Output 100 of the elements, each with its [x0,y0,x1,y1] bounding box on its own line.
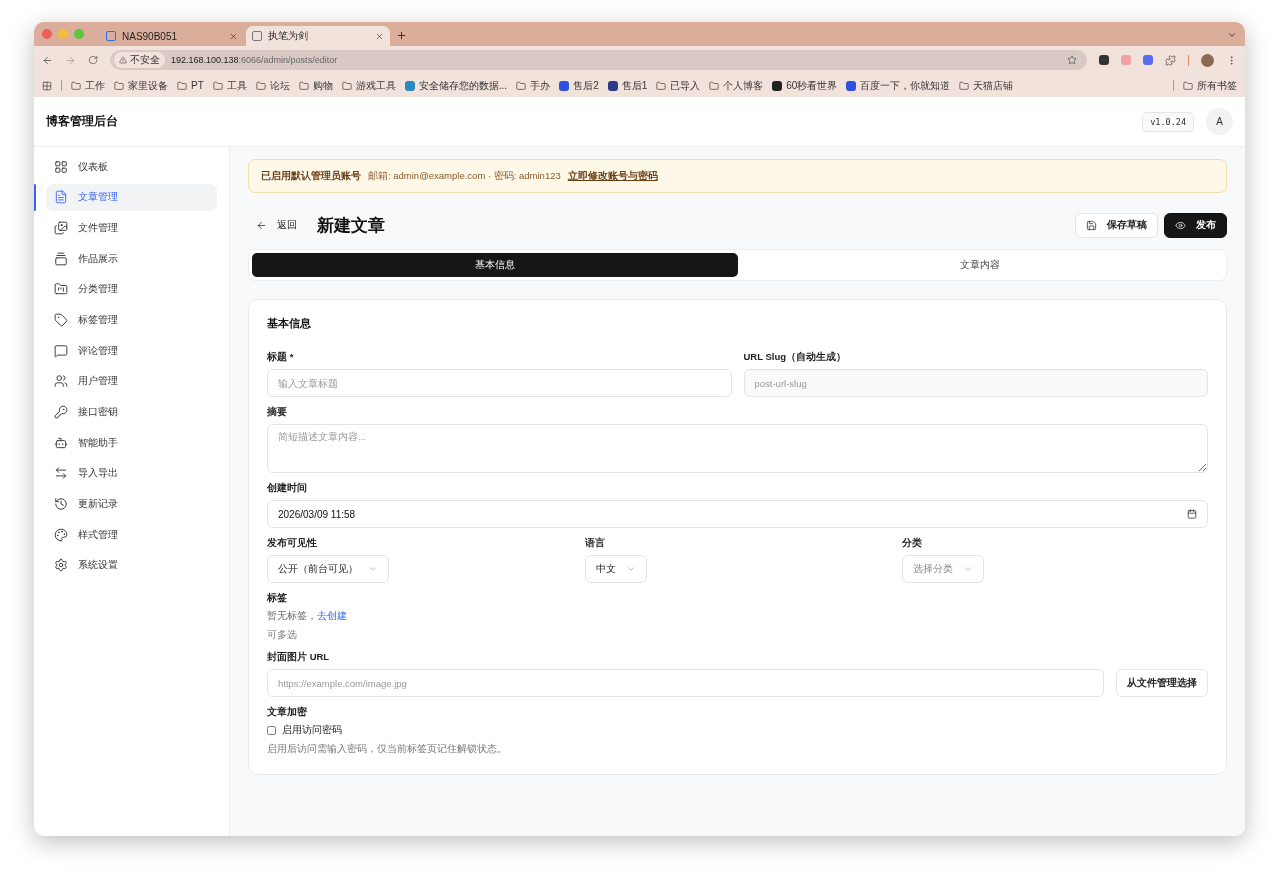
extension-icon[interactable] [1099,55,1109,65]
title-input[interactable]: 输入文章标题 [267,369,732,397]
sidebar-item[interactable]: 仪表板 [46,153,217,180]
address-bar[interactable]: 不安全 192.168.100.138:6066/admin/posts/editor [110,50,1087,70]
nav-icon [54,312,68,327]
select-dropdown[interactable]: 中文 [584,555,647,583]
bookmark[interactable]: 手办 [516,78,551,93]
sidebar-item[interactable]: 用户管理 [46,367,217,395]
folder-icon [114,80,124,91]
sidebar-item[interactable]: 智能助手 [46,429,217,457]
tab-search-icon [1227,30,1237,40]
hint-text: 可多选 [267,628,298,642]
tags-empty-text: 暂无标签，去创建 [267,610,348,623]
folder-icon [298,80,309,91]
new-tab-icon [396,30,407,41]
create-tag-link[interactable]: 去创建 [317,610,347,621]
calendar-icon [1187,509,1197,519]
profile-avatar[interactable] [1201,53,1214,67]
summary-textarea[interactable]: 简短描述文章内容... [267,424,1208,473]
bookmark[interactable]: 工作 [71,78,105,93]
sidebar-item[interactable]: 文件管理 [46,214,217,242]
favicon-icon [106,31,116,41]
field-label: 创建时间 [267,482,308,495]
nav-icon [54,282,68,297]
folder-icon [255,80,266,91]
select-dropdown[interactable]: 公开（前台可见） [267,555,389,583]
folder-icon [959,80,970,91]
bookmark[interactable]: 安全储存您的数据... [404,78,508,93]
bookmark[interactable]: 家里设备 [114,78,168,93]
nav-icon [54,251,68,266]
bookmark[interactable]: 售后1 [607,78,648,93]
sidebar-item[interactable]: 分类管理 [46,275,217,303]
slug-input[interactable]: post-url-slug [743,369,1208,397]
chevron-down-icon [963,564,974,574]
nav-icon [54,190,68,205]
back-icon [42,54,53,66]
bookmark-star-icon [1067,55,1077,65]
file-picker-button[interactable]: 从文件管理选择 [1116,669,1208,697]
bookmark[interactable]: 售后2 [559,78,599,93]
tab[interactable]: 基本信息 [252,253,738,277]
browser-tab[interactable]: NAS90B051 [100,26,244,46]
bookmark[interactable]: 购物 [298,78,333,93]
save-icon [1086,219,1097,231]
nav-icon [54,343,68,358]
sidebar-item[interactable]: 评论管理 [46,337,217,365]
date-time-field[interactable]: 2026/03/09 11:58 [267,500,1208,528]
favicon-icon [252,31,262,41]
bookmark[interactable]: 60秒看世界 [772,78,838,93]
folder-icon [709,80,720,91]
close-window-control[interactable] [42,29,52,39]
site-icon [607,80,618,91]
nav-icon [54,220,68,235]
sidebar-item[interactable]: 更新记录 [46,490,217,518]
publish-button[interactable]: 发布 [1164,212,1227,238]
user-avatar[interactable]: A [1206,108,1233,135]
nav-icon [54,435,68,450]
save-draft-button[interactable]: 保存草稿 [1075,212,1158,238]
chevron-down-icon [625,564,636,574]
bookmark[interactable]: 天猫店铺 [959,78,1014,93]
back-arrow-icon [256,219,267,231]
bookmark[interactable]: 论坛 [255,78,290,93]
bookmark[interactable]: 游戏工具 [341,78,396,93]
extensions-icon [1165,54,1176,66]
browser-tab[interactable]: 执笔为剑 [246,26,390,46]
field-label: URL Slug（自动生成） [743,351,848,364]
nav-icon [54,405,68,419]
folder-icon [212,80,223,91]
tab[interactable]: 文章内容 [737,253,1223,277]
folder-icon [71,80,81,91]
folder-icon [1183,80,1193,91]
bookmark[interactable]: PT [177,80,204,91]
close-icon [229,31,238,41]
checkbox[interactable] [267,726,276,735]
sidebar-item[interactable]: 作品展示 [46,245,217,273]
sidebar-item[interactable]: 导入导出 [46,459,217,487]
site-icon [559,80,570,91]
password-checkbox-label[interactable]: 启用访问密码 [267,724,1208,737]
back-button[interactable]: 返回 [248,218,305,232]
nav-icon [54,497,68,512]
bookmark[interactable]: 个人博客 [709,78,764,93]
banner-detail: 邮箱: admin@example.com · 密码: admin123 [368,169,561,183]
site-icon [846,80,857,91]
sidebar-item[interactable]: 接口密钥 [46,398,217,426]
sidebar-item[interactable]: 系统设置 [46,551,217,579]
nav-icon [54,466,68,481]
bookmark[interactable]: 工具 [212,78,247,93]
cover-url-input[interactable]: https://example.com/image.jpg [267,669,1104,697]
field-label: 语言 [584,537,606,550]
bookmark[interactable]: 百度一下，你就知道 [846,78,951,93]
select-dropdown[interactable]: 选择分类 [902,555,985,583]
bookmark[interactable]: 已导入 [656,78,701,93]
nav-icon [54,527,68,542]
chevron-down-icon [368,564,378,574]
sidebar-item[interactable]: 标签管理 [46,306,217,334]
site-icon [404,80,415,91]
bookmark[interactable]: 所有书签 [1183,78,1237,93]
forward-icon [65,54,76,66]
banner-link[interactable]: 立即修改账号与密码 [567,169,658,183]
sidebar-item[interactable]: 样式管理 [46,521,217,549]
nav-icon [54,558,68,573]
